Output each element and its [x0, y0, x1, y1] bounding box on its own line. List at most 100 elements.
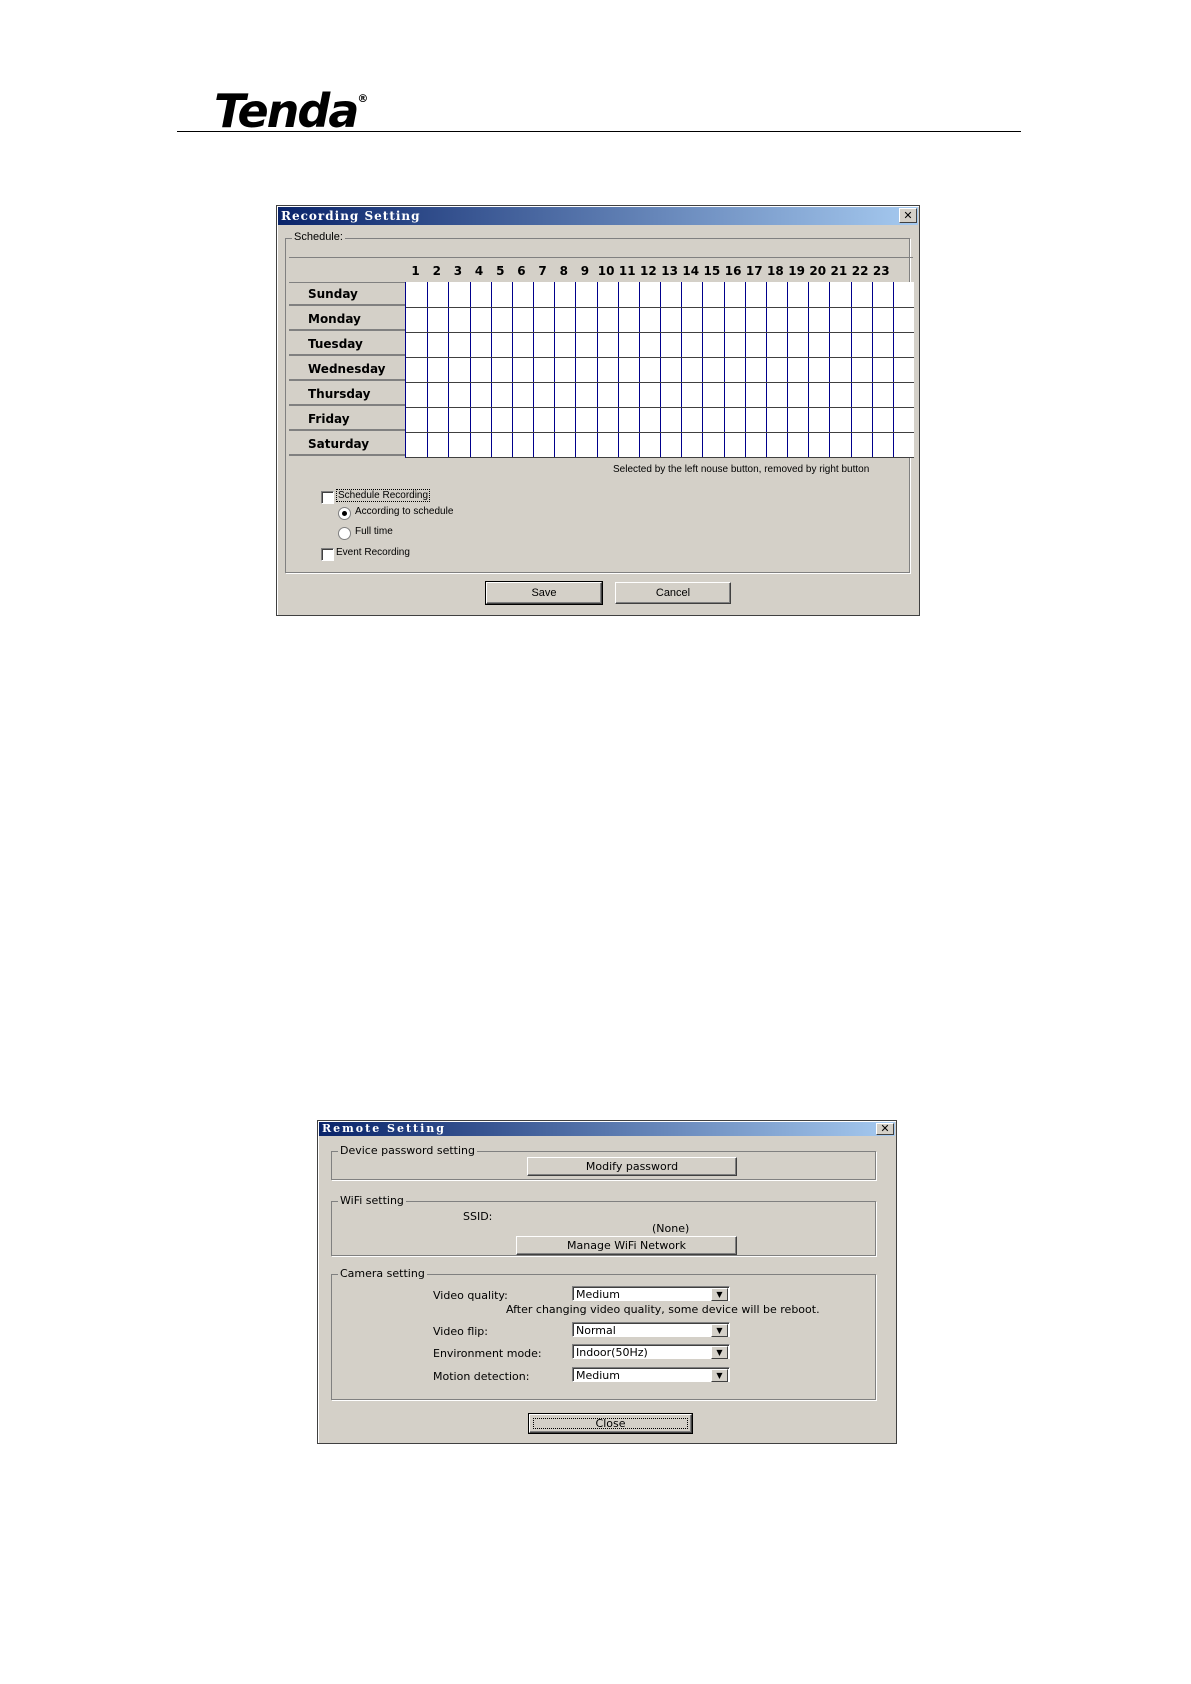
window-title: Recording Setting — [281, 209, 421, 223]
grid-column-line — [533, 282, 534, 457]
hour-label: 17 — [745, 264, 763, 278]
grid-column-line — [469, 282, 471, 457]
tenda-logo: Tenda® — [214, 84, 369, 138]
grid-column-line — [850, 282, 852, 457]
chevron-down-icon[interactable]: ▼ — [711, 1288, 728, 1301]
close-button[interactable]: Close — [528, 1413, 693, 1434]
event-recording-label[interactable]: Event Recording — [336, 547, 410, 558]
reboot-note: After changing video quality, some devic… — [506, 1303, 820, 1316]
grid-column-line — [596, 282, 598, 457]
hour-label: 10 — [597, 264, 615, 278]
grid-column-line — [511, 282, 513, 457]
ssid-label: SSID: — [463, 1210, 493, 1223]
hour-label: 5 — [496, 264, 505, 278]
grid-column-line — [617, 282, 619, 457]
window-titlebar: Remote Setting — [319, 1122, 895, 1136]
chevron-down-icon[interactable]: ▼ — [711, 1324, 728, 1337]
video-flip-select[interactable]: Normal ▼ — [572, 1322, 730, 1337]
day-label: Monday — [289, 307, 405, 331]
hour-header: 1 2 3 4 5 6 7 8 9 10 11 12 13 14 15 16 17 18 19 20 21 22 23 — [289, 257, 913, 283]
schedule-recording-label[interactable]: Schedule Recording — [336, 489, 431, 502]
hour-label: 23 — [872, 264, 890, 278]
hour-label: 13 — [661, 264, 678, 278]
manage-wifi-label: Manage WiFi Network — [567, 1239, 686, 1252]
chevron-down-icon[interactable]: ▼ — [711, 1369, 728, 1382]
grid-column-line — [871, 282, 873, 457]
cancel-button[interactable]: Cancel — [615, 582, 731, 604]
save-button-label: Save — [531, 587, 557, 599]
header-rule — [177, 131, 1021, 132]
window-title: Remote Setting — [322, 1122, 446, 1135]
grid-column-line — [448, 282, 450, 457]
video-quality-select[interactable]: Medium ▼ — [572, 1286, 730, 1301]
hour-label: 19 — [788, 264, 805, 278]
hour-label: 15 — [703, 264, 721, 278]
grid-column-line — [427, 282, 429, 457]
day-label: Tuesday — [289, 332, 405, 356]
grid-row-line — [406, 357, 914, 358]
environment-mode-select[interactable]: Indoor(50Hz) ▼ — [572, 1344, 730, 1359]
grid-row-line — [406, 407, 914, 408]
grid-column-line — [892, 282, 894, 457]
day-label: Sunday — [289, 282, 405, 306]
save-button[interactable]: Save — [485, 581, 603, 605]
motion-detection-value: Medium — [576, 1369, 620, 1382]
grid-column-line — [723, 282, 725, 457]
window-titlebar: Recording Setting — [278, 207, 918, 225]
grid-column-line — [490, 282, 492, 457]
close-icon[interactable]: ✕ — [876, 1123, 894, 1135]
manage-wifi-button[interactable]: Manage WiFi Network — [516, 1236, 737, 1255]
motion-detection-select[interactable]: Medium ▼ — [572, 1367, 730, 1382]
grid-column-line — [702, 282, 704, 457]
video-quality-label: Video quality: — [433, 1289, 508, 1302]
schedule-grid: 1 2 3 4 5 6 7 8 9 10 11 12 13 14 15 16 17 18 19 20 21 22 23 Su… — [289, 257, 914, 459]
hour-label: 3 — [453, 264, 463, 278]
grid-column-line — [681, 282, 683, 457]
full-time-label[interactable]: Full time — [355, 526, 393, 537]
grid-column-line — [638, 282, 640, 457]
environment-mode-label: Environment mode: — [433, 1347, 542, 1360]
day-label: Wednesday — [289, 357, 405, 381]
grid-column-line — [787, 282, 788, 457]
full-time-radio[interactable] — [338, 527, 351, 540]
grid-column-line — [765, 282, 767, 457]
hour-label: 12 — [640, 264, 657, 278]
video-flip-label: Video flip: — [433, 1325, 488, 1338]
hour-label: 11 — [618, 264, 636, 278]
hour-label: 9 — [580, 264, 590, 278]
according-to-schedule-radio[interactable] — [338, 507, 351, 520]
grid-column-line — [808, 282, 810, 457]
event-recording-checkbox[interactable] — [321, 548, 334, 561]
video-flip-value: Normal — [576, 1324, 616, 1337]
hour-label: 7 — [538, 264, 547, 278]
schedule-recording-checkbox[interactable] — [321, 491, 334, 504]
close-icon[interactable]: ✕ — [899, 208, 917, 223]
grid-column-line — [575, 282, 577, 457]
wifi-group-label: WiFi setting — [338, 1194, 406, 1207]
hour-label: 4 — [474, 264, 484, 278]
hour-label: 1 — [411, 264, 420, 278]
device-password-group-label: Device password setting — [338, 1144, 477, 1157]
hour-label: 21 — [830, 264, 848, 278]
cancel-button-label: Cancel — [655, 587, 691, 599]
hour-label: 22 — [851, 264, 869, 278]
environment-mode-value: Indoor(50Hz) — [576, 1346, 648, 1359]
video-quality-value: Medium — [576, 1288, 620, 1301]
grid-column-line — [660, 282, 661, 457]
ssid-value: (None) — [652, 1222, 690, 1235]
grid-column-line — [554, 282, 556, 457]
hour-label: 8 — [559, 264, 568, 278]
hour-label: 18 — [767, 264, 784, 278]
grid-column-line — [829, 282, 831, 457]
chevron-down-icon[interactable]: ▼ — [711, 1346, 728, 1359]
schedule-cells[interactable] — [405, 282, 914, 458]
day-label: Friday — [289, 407, 405, 431]
hour-label: 14 — [682, 264, 700, 278]
hour-label: 20 — [809, 264, 827, 278]
modify-password-label: Modify password — [585, 1160, 679, 1173]
grid-row-line — [406, 332, 914, 333]
according-to-schedule-label[interactable]: According to schedule — [355, 506, 453, 517]
modify-password-button[interactable]: Modify password — [527, 1157, 737, 1176]
grid-column-line — [744, 282, 746, 457]
schedule-hint: Selected by the left nouse button, remov… — [613, 464, 870, 475]
